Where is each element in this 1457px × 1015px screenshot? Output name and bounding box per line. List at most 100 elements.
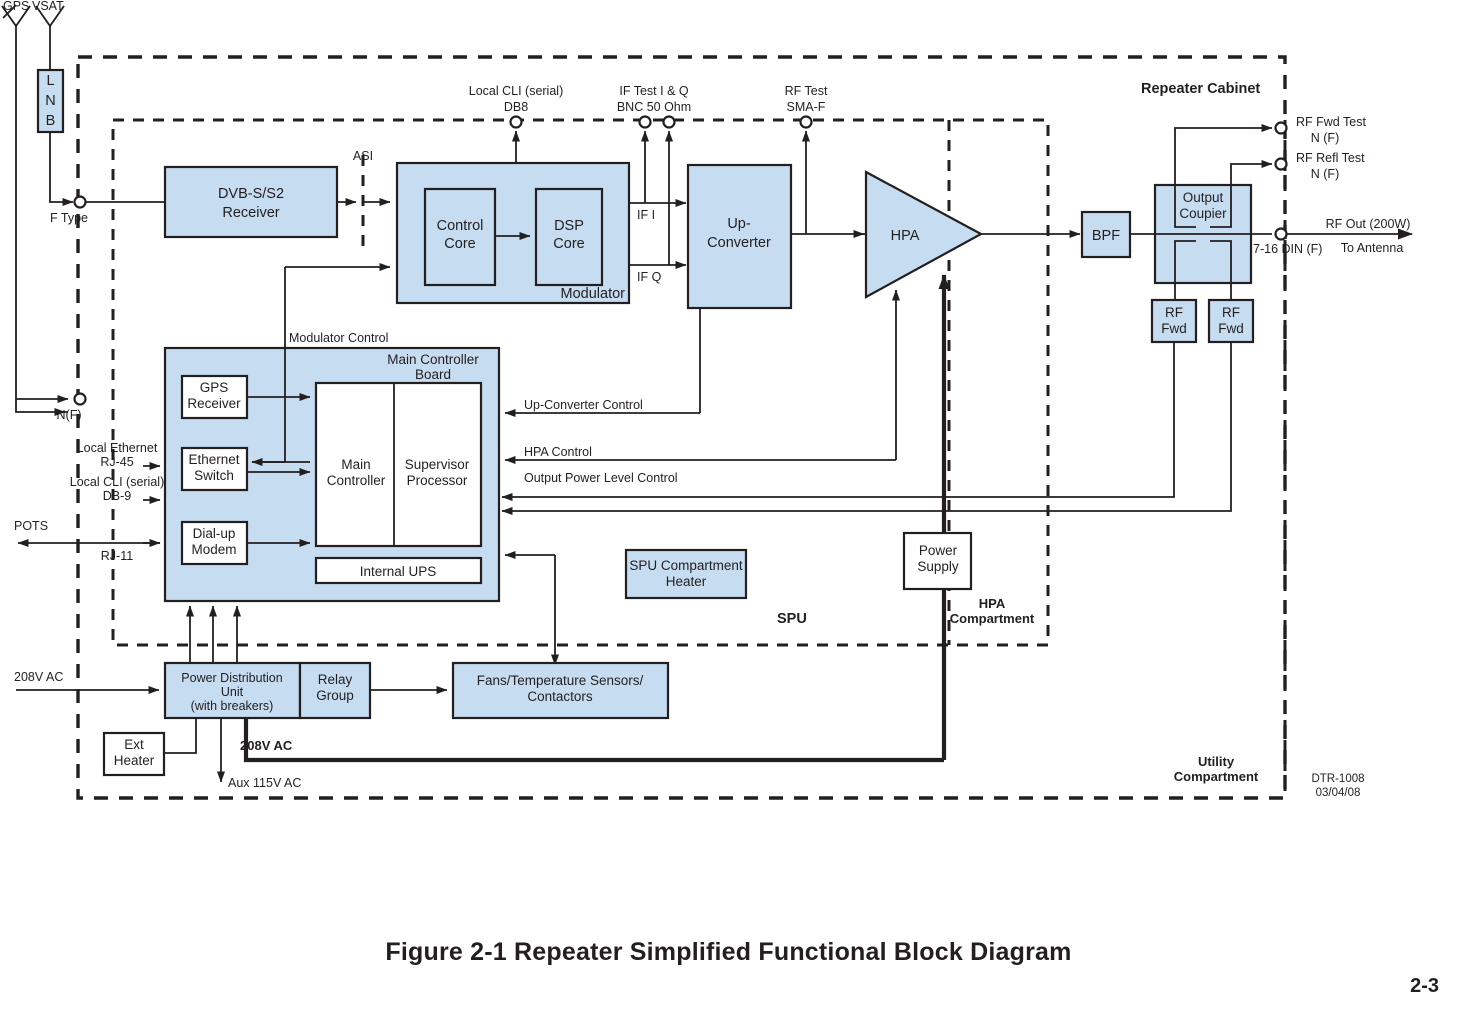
drawing-id: DTR-1008 xyxy=(1311,773,1364,785)
output-coupler-label-1: Output xyxy=(1183,190,1224,205)
lnb-label-3: B xyxy=(46,113,56,129)
lnb-label-1: L xyxy=(46,73,54,89)
if-test-q-connector xyxy=(662,115,676,129)
spu-label: SPU xyxy=(777,611,807,627)
rf-fwd-2-sense-line xyxy=(501,342,1232,515)
rf-refl-test-line xyxy=(1230,160,1273,184)
control-core-label-2: Core xyxy=(444,236,475,252)
up-converter-control-label: Up-Converter Control xyxy=(524,398,643,412)
gps-receiver-label-2: Receiver xyxy=(187,396,241,411)
gps-antenna xyxy=(1,4,68,413)
f-type-label: F Type xyxy=(50,211,88,225)
rf-test-label-1: RF Test xyxy=(785,84,828,98)
bpf-label: BPF xyxy=(1092,228,1120,244)
internal-ups-label: Internal UPS xyxy=(360,564,437,579)
to-antenna-label: To Antenna xyxy=(1341,241,1404,255)
hpa-block xyxy=(864,170,984,299)
rf-fwd-test-connector xyxy=(1274,121,1288,135)
up-converter-label-1: Up- xyxy=(727,216,751,232)
block-diagram: GPS VSAT L N B F Type N(F) DVB-S/S2 Rece… xyxy=(1,0,1413,800)
drawing-date: 03/04/08 xyxy=(1316,787,1361,799)
power-supply-label-2: Supply xyxy=(917,559,959,574)
din-7-16-label: 7-16 DIN (F) xyxy=(1253,242,1322,256)
lnb-to-ftype-line xyxy=(49,132,68,203)
repeater-cabinet-label: Repeater Cabinet xyxy=(1141,81,1260,97)
if-q-label: IF Q xyxy=(637,270,662,284)
vsat-antenna xyxy=(35,5,65,70)
rf-fwd-test-label-2: N (F) xyxy=(1311,131,1339,145)
ethernet-switch-label-2: Switch xyxy=(194,468,234,483)
local-cli-serial-label: Local CLI (serial) xyxy=(70,475,164,489)
rf-fwd-test-label-1: RF Fwd Test xyxy=(1296,115,1366,129)
utility-compartment-label-1: Utility xyxy=(1198,754,1235,769)
dialup-modem-label-1: Dial-up xyxy=(193,526,236,541)
n-f-connector xyxy=(73,392,87,406)
ext-heater-label-2: Heater xyxy=(114,753,155,768)
bus-208v-line xyxy=(243,718,944,763)
hpa-compartment-label-1: HPA xyxy=(979,596,1006,611)
relay-group-label-1: Relay xyxy=(318,672,353,687)
main-controller-label-1: Main xyxy=(341,457,370,472)
supervisor-processor-label-1: Supervisor xyxy=(405,457,470,472)
mcb-title-2: Board xyxy=(415,367,451,382)
rf-test-label-2: SMA-F xyxy=(787,100,826,114)
ethernet-switch-label-1: Ethernet xyxy=(188,452,239,467)
vsat-antenna-label: VSAT xyxy=(32,0,64,13)
pdu-label-1: Power Distribution xyxy=(181,671,282,685)
relay-group-label-2: Group xyxy=(316,688,354,703)
output-coupler-label-2: Coupier xyxy=(1179,206,1227,221)
power-supply-label-1: Power xyxy=(919,543,958,558)
rf-test-connector xyxy=(799,115,813,129)
bus-208v-label: 208V AC xyxy=(240,738,293,753)
pdu-label-2: Unit xyxy=(221,685,244,699)
if-i-label: IF I xyxy=(637,208,655,222)
spu-heater-label-2: Heater xyxy=(666,574,707,589)
hpa-compartment-label-2: Compartment xyxy=(950,611,1035,626)
supervisor-processor-label-2: Processor xyxy=(407,473,468,488)
dvb-receiver-label-1: DVB-S/S2 xyxy=(218,186,284,202)
gps-receiver-label-1: GPS xyxy=(200,380,229,395)
output-power-level-control-label: Output Power Level Control xyxy=(524,471,678,485)
local-cli-db8-label-1: Local CLI (serial) xyxy=(469,84,563,98)
local-ethernet-label: Local Ethernet xyxy=(77,441,158,455)
dsp-core-label-2: Core xyxy=(553,236,584,252)
control-core-label-1: Control xyxy=(437,218,484,234)
dialup-modem-label-2: Modem xyxy=(191,542,236,557)
ext-heater-label-1: Ext xyxy=(124,737,144,752)
pdu-label-3: (with breakers) xyxy=(191,699,274,713)
pots-label: POTS xyxy=(14,519,48,533)
local-cli-db8-connector xyxy=(509,115,523,129)
utility-compartment-label-2: Compartment xyxy=(1174,769,1259,784)
rf-fwd-1-label-2: Fwd xyxy=(1161,321,1187,336)
modulator-control-label: Modulator Control xyxy=(289,331,388,345)
din-7-16-connector xyxy=(1274,227,1288,241)
rf-refl-test-label-2: N (F) xyxy=(1311,167,1339,181)
modulator-title: Modulator xyxy=(561,286,626,302)
main-controller-label-2: Controller xyxy=(327,473,386,488)
figure-caption: Figure 2-1 Repeater Simplified Functiona… xyxy=(385,938,1072,966)
rf-fwd-1-label-1: RF xyxy=(1165,305,1183,320)
rj-11-label: RJ-11 xyxy=(101,549,133,563)
hpa-label: HPA xyxy=(891,228,920,244)
rf-refl-test-connector xyxy=(1274,157,1288,171)
gps-antenna-label: GPS xyxy=(3,0,29,13)
dvb-receiver-block xyxy=(163,165,339,239)
rf-fwd-2-label-1: RF xyxy=(1222,305,1240,320)
rf-fwd-test-line xyxy=(1174,124,1273,184)
mcb-title-1: Main Controller xyxy=(387,352,479,367)
local-cli-db8-label-2: DB8 xyxy=(504,100,528,114)
rf-refl-test-label-1: RF Refl Test xyxy=(1296,151,1365,165)
f-type-connector xyxy=(73,195,87,209)
fans-label-2: Contactors xyxy=(527,689,593,704)
if-test-label-1: IF Test I & Q xyxy=(619,84,689,98)
if-test-i-connector xyxy=(638,115,652,129)
up-converter-label-2: Converter xyxy=(707,235,771,251)
fans-label-1: Fans/Temperature Sensors/ xyxy=(477,673,644,688)
rj-45-label: RJ-45 xyxy=(100,455,133,469)
if-test-label-2: BNC 50 Ohm xyxy=(617,100,691,114)
dsp-core-label-1: DSP xyxy=(554,218,584,234)
rf-fwd-2-label-2: Fwd xyxy=(1218,321,1244,336)
rf-out-label: RF Out (200W) xyxy=(1326,217,1411,231)
dvb-receiver-label-2: Receiver xyxy=(222,205,279,221)
aux-115v-label: Aux 115V AC xyxy=(228,776,301,790)
